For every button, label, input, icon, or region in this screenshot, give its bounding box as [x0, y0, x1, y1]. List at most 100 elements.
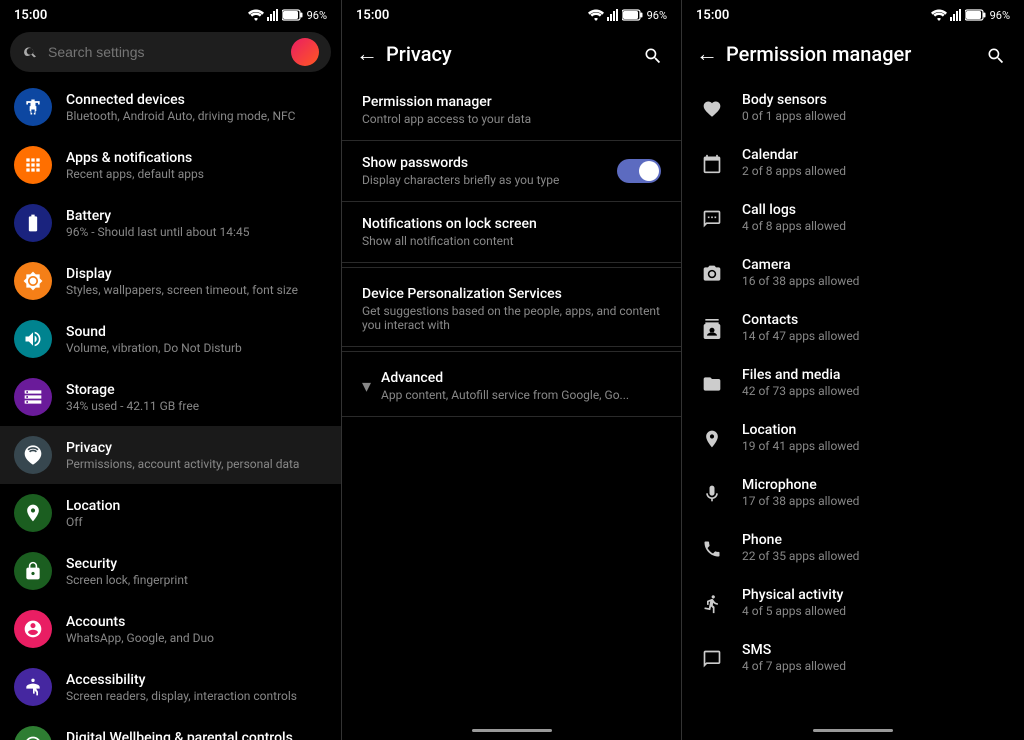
settings-text-accounts: Accounts WhatsApp, Google, and Duo: [66, 614, 327, 645]
status-time-left: 15:00: [14, 8, 47, 23]
microphone-title: Microphone: [742, 477, 1008, 493]
privacy-header: ← Privacy: [342, 28, 681, 80]
settings-item-storage[interactable]: Storage 34% used - 42.11 GB free: [0, 368, 341, 426]
search-bar[interactable]: [10, 32, 331, 72]
status-icons-left: 96%: [248, 9, 327, 22]
permission-list: Body sensors 0 of 1 apps allowed Calenda…: [682, 80, 1024, 720]
status-icons-right: 96%: [931, 9, 1010, 22]
perm-manager-header: ← Permission manager: [682, 28, 1024, 80]
home-indicator-middle: [342, 720, 681, 740]
perm-item-sms[interactable]: SMS 4 of 7 apps allowed: [682, 630, 1024, 685]
status-icons-middle: 96%: [588, 9, 667, 22]
search-button-privacy[interactable]: [639, 38, 667, 70]
privacy-item-personalization[interactable]: Device Personalization Services Get sugg…: [342, 272, 681, 347]
settings-item-apps[interactable]: Apps & notifications Recent apps, defaul…: [0, 136, 341, 194]
lock-screen-notifs-title: Notifications on lock screen: [362, 216, 661, 232]
contacts-icon: [698, 316, 726, 340]
privacy-list: Permission manager Control app access to…: [342, 80, 681, 720]
phone-text: Phone 22 of 35 apps allowed: [742, 532, 1008, 563]
physical-activity-text: Physical activity 4 of 5 apps allowed: [742, 587, 1008, 618]
home-bar-middle: [472, 729, 552, 732]
perm-manager-title: Permission manager: [362, 94, 661, 110]
settings-item-accounts[interactable]: Accounts WhatsApp, Google, and Duo: [0, 600, 341, 658]
privacy-item-lock-screen-notifs[interactable]: Notifications on lock screen Show all no…: [342, 202, 681, 263]
settings-text-battery: Battery 96% - Should last until about 14…: [66, 208, 327, 239]
perm-item-calendar[interactable]: Calendar 2 of 8 apps allowed: [682, 135, 1024, 190]
perm-item-contacts[interactable]: Contacts 14 of 47 apps allowed: [682, 300, 1024, 355]
privacy-item-show-passwords[interactable]: Show passwords Display characters briefl…: [342, 141, 681, 202]
personalization-subtitle: Get suggestions based on the people, app…: [362, 304, 661, 332]
back-button-privacy[interactable]: ←: [356, 41, 378, 67]
microphone-text: Microphone 17 of 38 apps allowed: [742, 477, 1008, 508]
sms-subtitle: 4 of 7 apps allowed: [742, 659, 1008, 673]
call-logs-subtitle: 4 of 8 apps allowed: [742, 219, 1008, 233]
settings-item-privacy[interactable]: Privacy Permissions, account activity, p…: [0, 426, 341, 484]
wellbeing-icon: [14, 726, 52, 740]
status-time-middle: 15:00: [356, 8, 389, 23]
location-perm-text: Location 19 of 41 apps allowed: [742, 422, 1008, 453]
personalization-title: Device Personalization Services: [362, 286, 661, 302]
settings-item-accessibility[interactable]: Accessibility Screen readers, display, i…: [0, 658, 341, 716]
camera-icon: [698, 261, 726, 285]
apps-title: Apps & notifications: [66, 150, 327, 166]
back-button-perm[interactable]: ←: [696, 41, 718, 67]
calendar-title: Calendar: [742, 147, 1008, 163]
settings-item-location[interactable]: Location Off: [0, 484, 341, 542]
battery-icon-item: [14, 204, 52, 242]
perm-item-phone[interactable]: Phone 22 of 35 apps allowed: [682, 520, 1024, 575]
connected-icon: [14, 88, 52, 126]
wifi-icon-right: [931, 9, 947, 21]
advanced-text: Advanced App content, Autofill service f…: [381, 370, 661, 402]
call-logs-text: Call logs 4 of 8 apps allowed: [742, 202, 1008, 233]
body-sensors-icon: [698, 96, 726, 120]
display-subtitle: Styles, wallpapers, screen timeout, font…: [66, 283, 327, 297]
settings-item-battery[interactable]: Battery 96% - Should last until about 14…: [0, 194, 341, 252]
lock-screen-notifs-text: Notifications on lock screen Show all no…: [362, 216, 661, 248]
call-logs-title: Call logs: [742, 202, 1008, 218]
files-subtitle: 42 of 73 apps allowed: [742, 384, 1008, 398]
accessibility-icon: [14, 668, 52, 706]
search-button-perm[interactable]: [982, 38, 1010, 70]
show-passwords-title: Show passwords: [362, 155, 607, 171]
contacts-text: Contacts 14 of 47 apps allowed: [742, 312, 1008, 343]
settings-item-security[interactable]: Security Screen lock, fingerprint: [0, 542, 341, 600]
perm-item-location[interactable]: Location 19 of 41 apps allowed: [682, 410, 1024, 465]
avatar[interactable]: [291, 38, 319, 66]
privacy-item-permission-manager[interactable]: Permission manager Control app access to…: [342, 80, 681, 141]
accessibility-subtitle: Screen readers, display, interaction con…: [66, 689, 327, 703]
perm-item-call-logs[interactable]: Call logs 4 of 8 apps allowed: [682, 190, 1024, 245]
sms-text: SMS 4 of 7 apps allowed: [742, 642, 1008, 673]
body-sensors-title: Body sensors: [742, 92, 1008, 108]
search-input[interactable]: [48, 44, 281, 60]
calendar-subtitle: 2 of 8 apps allowed: [742, 164, 1008, 178]
signal-icon-mid: [607, 9, 619, 21]
settings-item-sound[interactable]: Sound Volume, vibration, Do Not Disturb: [0, 310, 341, 368]
home-bar-right: [813, 729, 893, 732]
camera-subtitle: 16 of 38 apps allowed: [742, 274, 1008, 288]
settings-item-connected[interactable]: Connected devices Bluetooth, Android Aut…: [0, 78, 341, 136]
battery-title: Battery: [66, 208, 327, 224]
body-sensors-text: Body sensors 0 of 1 apps allowed: [742, 92, 1008, 123]
settings-item-display[interactable]: Display Styles, wallpapers, screen timeo…: [0, 252, 341, 310]
perm-item-camera[interactable]: Camera 16 of 38 apps allowed: [682, 245, 1024, 300]
perm-item-physical-activity[interactable]: Physical activity 4 of 5 apps allowed: [682, 575, 1024, 630]
location-icon: [14, 494, 52, 532]
physical-activity-title: Physical activity: [742, 587, 1008, 603]
phone-icon: [698, 536, 726, 560]
perm-item-body-sensors[interactable]: Body sensors 0 of 1 apps allowed: [682, 80, 1024, 135]
status-bar-right: 15:00 96%: [682, 0, 1024, 28]
display-icon: [14, 262, 52, 300]
files-icon: [698, 371, 726, 395]
perm-item-microphone[interactable]: Microphone 17 of 38 apps allowed: [682, 465, 1024, 520]
signal-icon-right: [950, 9, 962, 21]
perm-item-files[interactable]: Files and media 42 of 73 apps allowed: [682, 355, 1024, 410]
settings-item-wellbeing[interactable]: Digital Wellbeing & parental controls Sc…: [0, 716, 341, 740]
privacy-title: Privacy: [66, 440, 327, 456]
apps-subtitle: Recent apps, default apps: [66, 167, 327, 181]
privacy-item-advanced[interactable]: ▾ Advanced App content, Autofill service…: [342, 356, 681, 417]
microphone-icon: [698, 481, 726, 505]
perm-manager-text: Permission manager Control app access to…: [362, 94, 661, 126]
status-bar-left: 15:00 96%: [0, 0, 341, 28]
accounts-subtitle: WhatsApp, Google, and Duo: [66, 631, 327, 645]
show-passwords-toggle[interactable]: [617, 159, 661, 183]
